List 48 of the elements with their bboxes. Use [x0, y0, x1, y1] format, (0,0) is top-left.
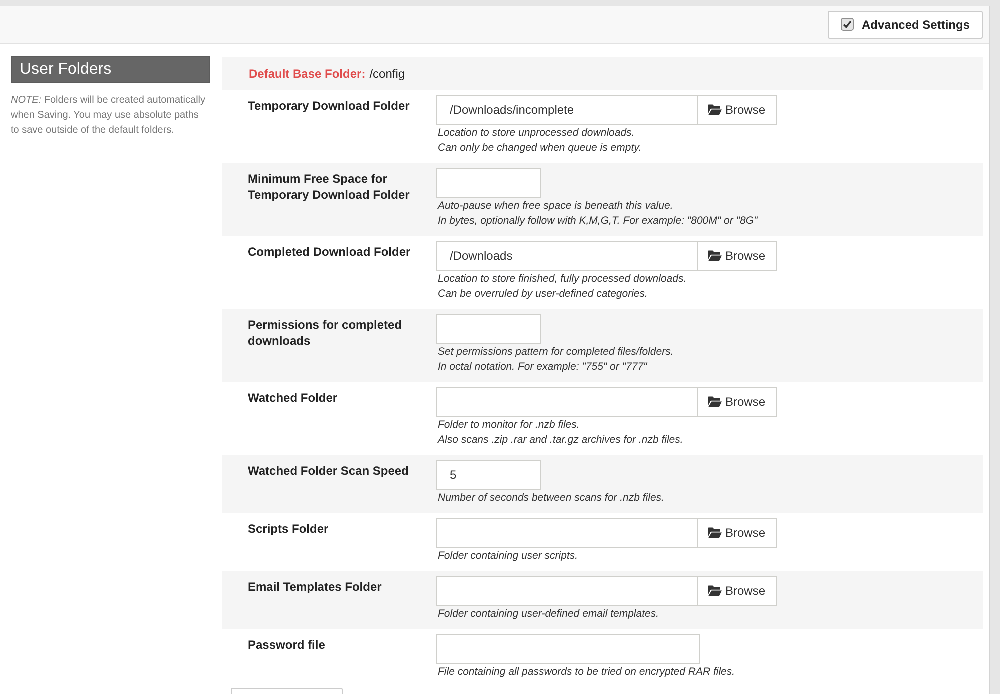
field-label: Minimum Free Space for Temporary Download Folder [248, 171, 411, 204]
help-text: In bytes, optionally follow with K,M,G,T. For example: "800M" or "8G" [438, 214, 758, 229]
folder-icon [708, 396, 722, 408]
text-input[interactable]: 5 [436, 460, 541, 490]
text-input[interactable] [436, 314, 541, 344]
field-label: Temporary Download Folder [248, 98, 411, 115]
help-text: Folder to monitor for .nzb files. [438, 418, 581, 433]
help-text: Set permissions pattern for completed files/folders. [438, 345, 674, 360]
field-label: Email Templates Folder [248, 579, 383, 596]
help-text: Number of seconds between scans for .nzb files. [438, 491, 664, 506]
help-text: File containing all passwords to be tried on encrypted RAR files. [438, 665, 736, 680]
help-text: Location to store unprocessed downloads. [438, 126, 636, 141]
help-text: Auto-pause when free space is beneath this value. [438, 199, 674, 214]
folder-icon [708, 250, 722, 262]
help-text: In octal notation. For example: "755" or "777" [438, 360, 648, 375]
browse-button[interactable]: Browse [698, 576, 777, 606]
folder-icon [708, 585, 722, 597]
help-text: Location to store finished, fully processed downloads. [438, 272, 688, 287]
text-input[interactable] [436, 168, 541, 198]
folder-icon [708, 527, 722, 539]
note-text: NOTE: Folders will be created automatically when Saving. You may use absolute paths to save outside of the default folders. [11, 94, 207, 138]
help-text: Also scans .zip .rar and .tar.gz archives for .nzb files. [438, 433, 684, 448]
folder-icon [708, 104, 722, 116]
help-text: Folder containing user-defined email templates. [438, 607, 660, 622]
field-label: Password file [248, 637, 326, 654]
base-folder-path: /config [370, 66, 406, 82]
path-input[interactable] [436, 576, 698, 606]
help-text: Can only be changed when queue is empty. [438, 141, 643, 156]
browse-button[interactable]: Browse [698, 387, 777, 417]
browse-button[interactable]: Browse [698, 241, 777, 271]
path-input[interactable] [436, 518, 698, 548]
path-input[interactable] [436, 387, 698, 417]
sidebar-title: User Folders [11, 56, 210, 83]
browse-button[interactable]: Browse [698, 95, 777, 125]
path-input[interactable]: /Downloads [436, 241, 698, 271]
field-label: Watched Folder [248, 390, 339, 407]
checkbox[interactable] [840, 18, 854, 31]
help-text: Can be overruled by user-defined categories. [438, 287, 649, 302]
help-text: Folder containing user scripts. [438, 549, 580, 564]
base-folder-label: Default Base Folder: [249, 66, 366, 82]
browse-button[interactable]: Browse [698, 518, 777, 548]
field-label: Completed Download Folder [248, 244, 412, 261]
advanced-settings-button[interactable]: Advanced Settings [828, 10, 983, 38]
text-input[interactable] [436, 634, 700, 664]
path-input[interactable]: /Downloads/incomplete [436, 95, 698, 125]
field-label: Scripts Folder [248, 521, 330, 538]
field-label: Watched Folder Scan Speed [248, 463, 410, 480]
field-label: Permissions for completed downloads [248, 317, 404, 350]
